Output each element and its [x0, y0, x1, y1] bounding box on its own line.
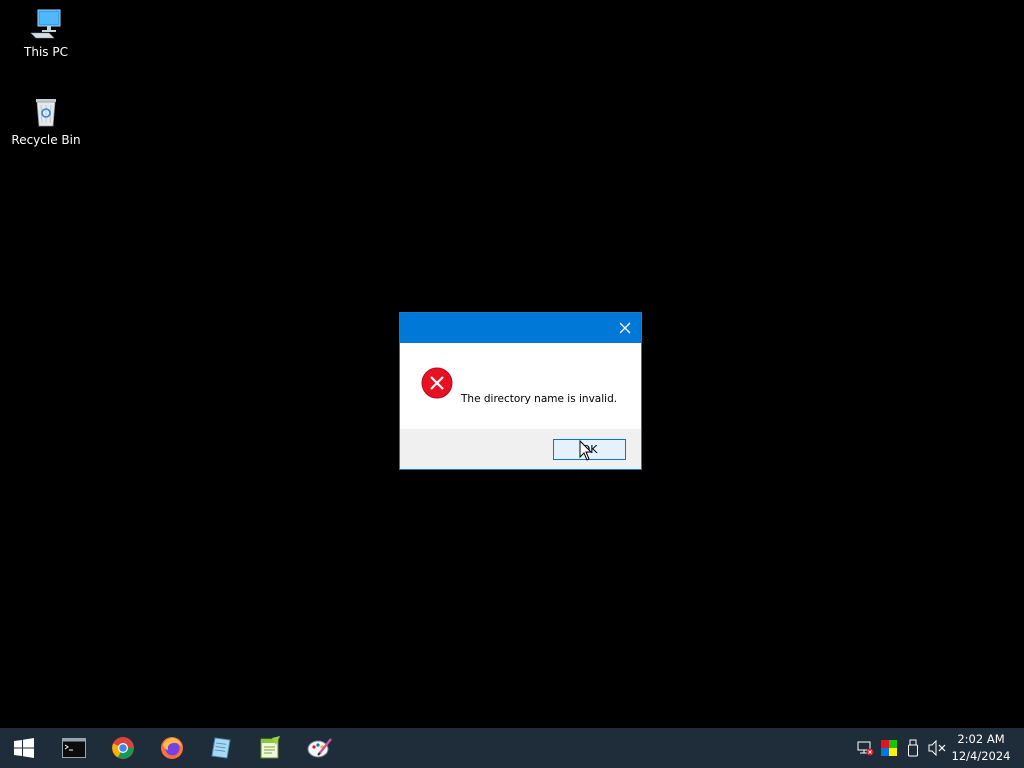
desktop-icon-this-pc[interactable]: This PC	[8, 6, 84, 76]
dialog-footer: OK	[400, 429, 641, 469]
taskbar-notepadpp-button[interactable]	[246, 728, 294, 768]
dialog-titlebar[interactable]	[400, 313, 641, 343]
firefox-icon	[161, 737, 183, 759]
clock-time: 2:02 AM	[957, 732, 1005, 746]
tray-volume-button[interactable]	[928, 739, 946, 757]
paint-icon	[307, 738, 332, 758]
desktop-icon-recycle-bin[interactable]: Recycle Bin	[8, 94, 84, 164]
usb-icon	[908, 739, 918, 757]
volume-muted-icon	[928, 740, 946, 756]
tray-usb-button[interactable]	[904, 739, 922, 757]
cmd-icon	[62, 738, 86, 758]
color-icon	[881, 740, 897, 756]
close-icon	[619, 322, 631, 334]
notepadpp-icon	[260, 736, 280, 759]
taskbar-paint-button[interactable]	[296, 728, 344, 768]
desktop: This PC Recycle Bin The directory name i…	[0, 0, 1024, 728]
notepad-icon	[211, 737, 231, 759]
taskbar-notepad-button[interactable]	[197, 728, 245, 768]
tray-network-button[interactable]	[856, 739, 874, 757]
desktop-icon-label: Recycle Bin	[11, 133, 81, 147]
windows-logo-icon	[14, 738, 34, 758]
close-button[interactable]	[609, 313, 641, 343]
dialog-message: The directory name is invalid.	[461, 393, 618, 405]
taskbar: 2:02 AM 12/4/2024	[0, 728, 1024, 768]
tray-color-button[interactable]	[880, 739, 898, 757]
taskbar-cmd-button[interactable]	[50, 728, 98, 768]
error-dialog: The directory name is invalid. OK	[399, 312, 642, 470]
taskbar-clock[interactable]: 2:02 AM 12/4/2024	[948, 731, 1014, 765]
error-icon	[421, 367, 453, 399]
taskbar-firefox-button[interactable]	[148, 728, 196, 768]
taskbar-chrome-button[interactable]	[99, 728, 147, 768]
this-pc-icon	[30, 9, 61, 39]
clock-date: 12/4/2024	[951, 749, 1011, 763]
chrome-icon	[112, 737, 134, 759]
dialog-body: The directory name is invalid.	[400, 343, 641, 429]
desktop-icon-label: This PC	[24, 45, 68, 59]
ok-button[interactable]: OK	[553, 439, 626, 460]
start-button[interactable]	[0, 728, 48, 768]
network-icon	[857, 741, 874, 756]
recycle-bin-icon	[36, 99, 56, 127]
